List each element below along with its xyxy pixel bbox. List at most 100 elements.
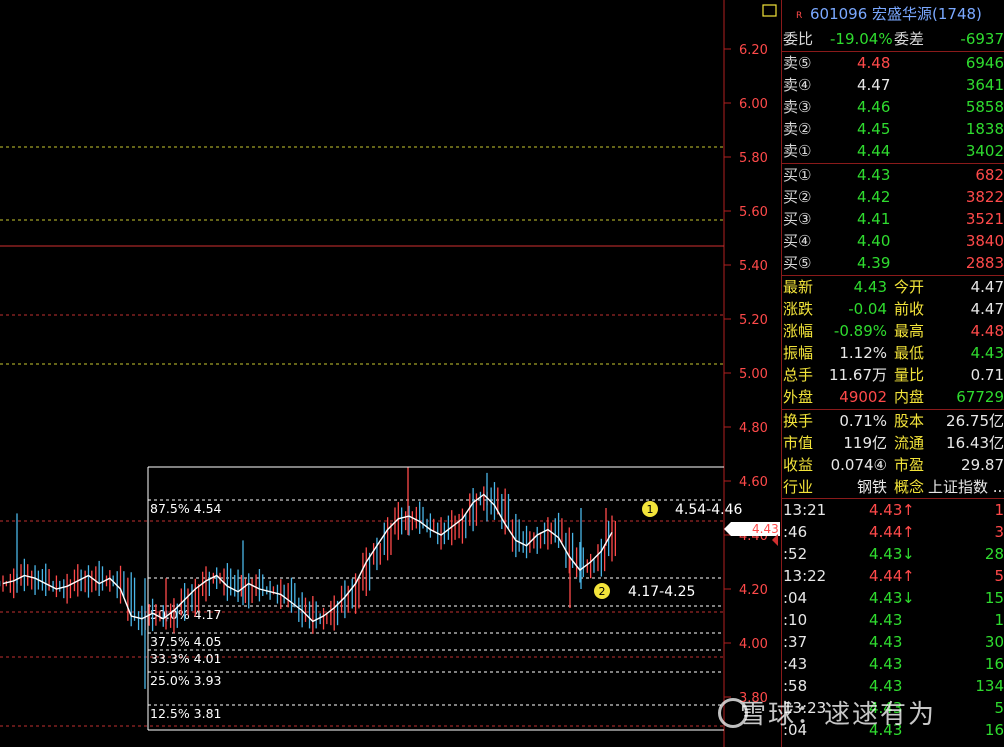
fib-level-label: 50.0% 4.17	[150, 607, 222, 622]
chart-toggle-icon	[762, 4, 777, 17]
order-label: 卖②	[783, 120, 812, 138]
up-arrow-icon: ↑	[902, 523, 915, 541]
stat-label: 振幅	[783, 344, 814, 362]
tick-price: 4.43	[869, 611, 903, 629]
weibi-row: 委比 -19.04% 委差 -6937	[782, 28, 1004, 50]
tick-price: 4.44	[869, 523, 903, 541]
up-arrow-icon: ↑	[902, 501, 915, 519]
stat-label: 市盈	[894, 456, 925, 474]
sell-order-row: 卖② 4.45 1838	[782, 118, 1004, 140]
stat-row: 总手 11.67万 量比 0.71	[782, 364, 1004, 386]
tick-time: :37	[783, 633, 808, 651]
tick-price: 4.43	[869, 545, 903, 563]
tick-time: :52	[783, 545, 808, 563]
stat-label: 涨幅	[783, 322, 814, 340]
buy-order-row: 买③ 4.41 3521	[782, 208, 1004, 230]
tick-price: 4.43	[869, 589, 903, 607]
quote-panel: R 601096 宏盛华源(1748) 委比 -19.04% 委差 -6937 …	[781, 0, 1004, 747]
tick-row: :43 4.43 16	[782, 653, 1004, 675]
stat-row: 最新 4.43 今开 4.47	[782, 276, 1004, 298]
buy-order-row: 买⑤ 4.39 2883	[782, 252, 1004, 274]
tick-volume: 16	[984, 721, 1004, 739]
order-price: 4.44	[857, 142, 891, 160]
tick-price: 4.44	[869, 567, 903, 585]
price-tick-label: 5.40	[739, 259, 768, 274]
price-tick-label: 5.60	[739, 205, 768, 220]
stat-label: 最新	[783, 278, 814, 296]
stat-label: 最低	[894, 344, 925, 362]
stat-value: 16.43亿	[946, 434, 1004, 452]
stat-value: 0.71	[970, 366, 1004, 384]
order-volume: 1838	[965, 120, 1004, 138]
price-tick-label: 4.60	[739, 475, 768, 490]
fib-level-label: 87.5% 4.54	[150, 501, 222, 516]
tick-volume: 3	[994, 523, 1004, 541]
stat-label: 今开	[894, 278, 925, 296]
sell-order-row: 卖⑤ 4.48 6946	[782, 52, 1004, 74]
tick-row: 13:21 4.43 ↑ 1	[782, 499, 1004, 521]
stat-label: 收益	[783, 456, 814, 474]
current-price-label: 4.43	[752, 522, 779, 536]
tick-time: :46	[783, 523, 808, 541]
stat-value: 0.074④	[830, 456, 887, 474]
buy-order-row: 买④ 4.40 3840	[782, 230, 1004, 252]
order-label: 买②	[783, 188, 812, 206]
tick-price: 4.43	[869, 501, 903, 519]
tick-volume: 1	[994, 611, 1004, 629]
stat-label: 股本	[894, 412, 925, 430]
stock-title-bar[interactable]: R 601096 宏盛华源(1748)	[782, 3, 1004, 25]
price-tick-label: 5.80	[739, 151, 768, 166]
order-volume: 682	[975, 166, 1004, 184]
stat-row: 涨幅 -0.89% 最高 4.48	[782, 320, 1004, 342]
order-price: 4.41	[857, 210, 891, 228]
up-arrow-icon: ↑	[902, 567, 915, 585]
order-volume: 3641	[965, 76, 1004, 94]
buy-order-row: 买① 4.43 682	[782, 164, 1004, 186]
price-tick-label: 6.20	[739, 43, 768, 58]
order-volume: 3521	[965, 210, 1004, 228]
tick-price: 4.43	[869, 633, 903, 651]
stat-label: 换手	[783, 412, 814, 430]
order-price: 4.48	[857, 54, 891, 72]
concept-label: 概念	[894, 478, 925, 496]
down-arrow-icon: ↓	[902, 589, 915, 607]
tick-volume: 134	[975, 677, 1004, 695]
stat-label: 外盘	[783, 388, 814, 406]
sell-order-row: 卖③ 4.46 5858	[782, 96, 1004, 118]
stat-value: 4.43	[970, 344, 1004, 362]
order-label: 卖⑤	[783, 54, 812, 72]
tick-time: :10	[783, 611, 808, 629]
stat-value: 4.47	[970, 278, 1004, 296]
down-arrow-icon: ↓	[902, 545, 915, 563]
concept-value[interactable]: 上证指数 ...	[928, 476, 1004, 498]
price-tick-label: 5.00	[739, 367, 768, 382]
stat-value: 1.12%	[839, 344, 887, 362]
stat-value: 119亿	[843, 434, 887, 452]
stat-label: 量比	[894, 366, 925, 384]
tick-volume: 15	[984, 589, 1004, 607]
stat-label: 涨跌	[783, 300, 814, 318]
tick-volume: 30	[984, 633, 1004, 651]
tick-volume: 16	[984, 655, 1004, 673]
price-chart[interactable]: 87.5% 4.54 50.0% 4.17 37.5% 4.05 33.3% 4.01…	[0, 0, 780, 747]
price-tick-label: 6.00	[739, 97, 768, 112]
tick-row: :52 4.43 ↓ 28	[782, 543, 1004, 565]
price-tick-label: 5.20	[739, 313, 768, 328]
watermark: 雪球：逑逑有为	[740, 700, 937, 730]
tick-row: :37 4.43 30	[782, 631, 1004, 653]
stat-value: -0.89%	[833, 322, 887, 340]
order-price: 4.46	[857, 98, 891, 116]
industry-value[interactable]: 钢铁	[857, 476, 887, 498]
stat-value: 29.87	[961, 456, 1004, 474]
tick-row: 13:22 4.44 ↑ 5	[782, 565, 1004, 587]
order-price: 4.47	[857, 76, 891, 94]
fundamental-row: 市值 119亿 流通 16.43亿	[782, 432, 1004, 454]
stat-label: 前收	[894, 300, 925, 318]
weicha-value: -6937	[960, 30, 1004, 48]
order-volume: 6946	[965, 54, 1004, 72]
tick-volume: 28	[984, 545, 1004, 563]
stat-value: -0.04	[848, 300, 887, 318]
kline-chart-area[interactable]: 87.5% 4.54 50.0% 4.17 37.5% 4.05 33.3% 4.01…	[0, 0, 780, 747]
order-volume: 5858	[965, 98, 1004, 116]
order-price: 4.43	[857, 166, 891, 184]
